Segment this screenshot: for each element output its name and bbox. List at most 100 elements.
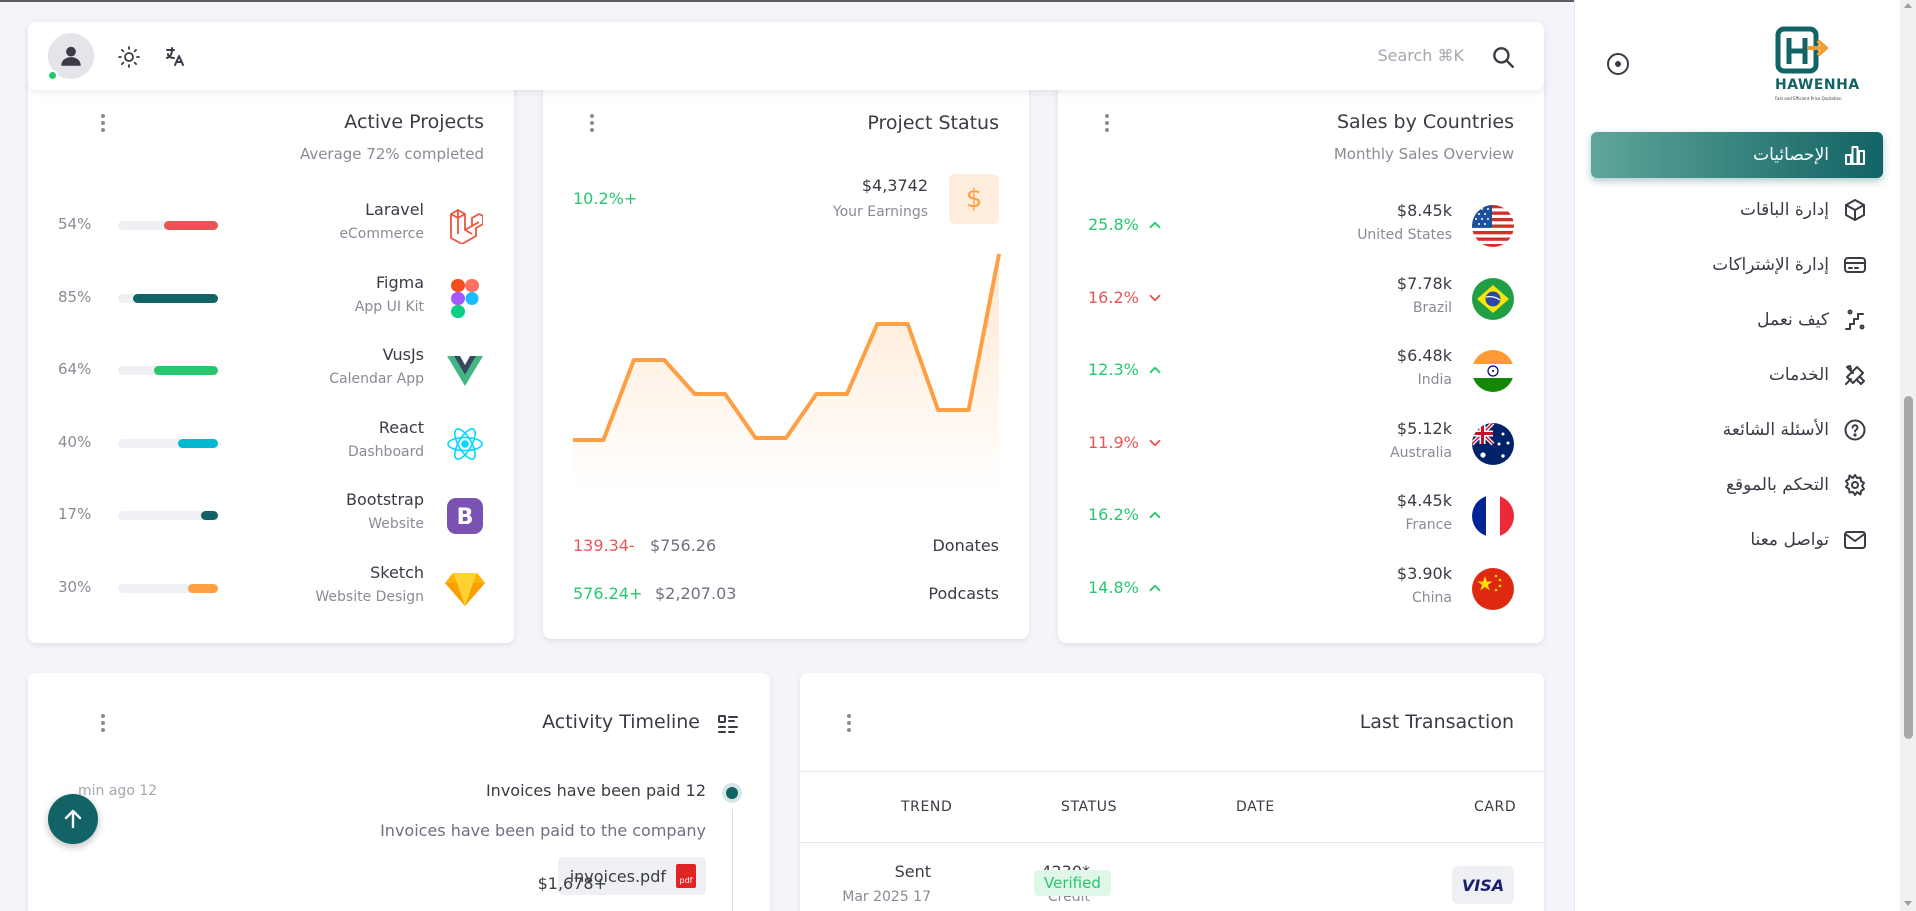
react-logo bbox=[444, 423, 486, 465]
timeline-line bbox=[732, 809, 733, 911]
brazil-flag bbox=[1472, 277, 1514, 320]
date-label: Sent bbox=[894, 862, 931, 881]
scrollbar-thumb[interactable] bbox=[1904, 396, 1913, 739]
page-scrollbar[interactable] bbox=[1900, 0, 1916, 911]
steps-icon bbox=[1843, 308, 1867, 332]
project-progress-bar bbox=[118, 511, 218, 520]
project-percent: 40% bbox=[58, 432, 92, 451]
country-change: 16.2% bbox=[1088, 505, 1139, 524]
project-row: 30% Sketch Website Design bbox=[28, 558, 514, 618]
country-name: United States bbox=[1357, 227, 1452, 243]
timeline-menu-button[interactable] bbox=[96, 711, 110, 735]
sidebar-item-bar-chart[interactable]: الإحصائيات bbox=[1591, 132, 1883, 178]
scroll-to-top-button[interactable] bbox=[48, 794, 98, 844]
chevron-up-icon bbox=[1149, 511, 1161, 519]
sidebar-item-label: إدارة الباقات bbox=[1739, 200, 1829, 220]
activity-timeline-card: Activity Timeline Invoices have been pai… bbox=[28, 673, 770, 911]
sales-menu-button[interactable] bbox=[1100, 111, 1114, 135]
country-name: Australia bbox=[1390, 444, 1452, 461]
svg-text:B: B bbox=[457, 505, 474, 530]
project-subtitle: Website Design bbox=[315, 588, 424, 605]
chevron-up-icon bbox=[1149, 221, 1161, 229]
sales-subtitle: Monthly Sales Overview bbox=[1333, 145, 1514, 163]
transaction-menu-button[interactable] bbox=[842, 711, 856, 735]
country-name: France bbox=[1405, 517, 1452, 533]
project-subtitle: eCommerce bbox=[339, 226, 424, 242]
project-status-card: Project Status 10.2%+ $4,3742 Your Earni… bbox=[543, 75, 1029, 639]
search-icon[interactable] bbox=[1490, 44, 1516, 70]
status-row-amount: $2,207.03 bbox=[655, 584, 737, 603]
sun-icon[interactable] bbox=[116, 44, 142, 70]
top-navbar: Search ⌘K bbox=[28, 22, 1544, 90]
country-sales-value: $6.48k bbox=[1396, 346, 1452, 365]
earnings-change: 10.2%+ bbox=[573, 189, 638, 208]
sidebar-item-package[interactable]: إدارة الباقات bbox=[1591, 187, 1883, 233]
tools-icon bbox=[1843, 363, 1867, 387]
package-icon bbox=[1843, 198, 1867, 222]
search-input[interactable]: Search ⌘K bbox=[1377, 46, 1464, 65]
country-sales-value: $7.78k bbox=[1396, 273, 1452, 293]
timeline-event-desc: Invoices have been paid to the company bbox=[380, 821, 706, 840]
pdf-file-icon: pdf bbox=[676, 864, 696, 888]
timeline-title: Activity Timeline bbox=[542, 711, 700, 733]
project-progress-bar bbox=[118, 293, 218, 303]
sidebar-item-settings[interactable]: التحكم بالموقع bbox=[1591, 462, 1883, 508]
scroll-up-arrow[interactable] bbox=[1904, 3, 1912, 8]
status-row-amount: $756.26 bbox=[650, 536, 717, 555]
project-percent: 17% bbox=[58, 505, 92, 523]
active-projects-menu-button[interactable] bbox=[96, 111, 110, 135]
date-value: Mar 2025 17 bbox=[842, 889, 931, 905]
project-progress-fill bbox=[164, 221, 218, 230]
column-header-status: STATUS bbox=[1061, 799, 1118, 815]
project-progress-fill bbox=[154, 366, 218, 375]
sidebar-item-tools[interactable]: الخدمات bbox=[1591, 352, 1883, 398]
sidebar-item-label: التحكم بالموقع bbox=[1726, 475, 1829, 495]
scroll-down-arrow[interactable] bbox=[1904, 901, 1912, 906]
project-subtitle: Dashboard bbox=[348, 443, 424, 460]
timeline-event-title: Invoices have been paid 12 bbox=[485, 781, 706, 800]
chart-area-fill bbox=[573, 254, 999, 490]
project-percent: 30% bbox=[58, 577, 92, 596]
sales-title: Sales by Countries bbox=[1336, 111, 1514, 133]
project-subtitle: App UI Kit bbox=[354, 298, 424, 315]
project-name: Laravel bbox=[365, 200, 424, 219]
sidebar-item-help-circle[interactable]: الأسئلة الشائعة bbox=[1591, 407, 1883, 453]
status-row-label: Donates bbox=[932, 536, 999, 555]
project-progress-fill bbox=[133, 293, 218, 303]
status-row-label: Podcasts bbox=[928, 584, 999, 603]
sidebar-toggle-icon[interactable] bbox=[1607, 53, 1629, 75]
project-progress-fill bbox=[201, 511, 218, 520]
project-name: Bootstrap bbox=[346, 490, 424, 509]
earnings-line-chart bbox=[573, 253, 1001, 490]
status-badge: Verified bbox=[1034, 870, 1111, 896]
project-row: 40% React Dashboard bbox=[28, 413, 514, 473]
india-flag bbox=[1472, 350, 1514, 392]
column-header-trend: TREND bbox=[901, 799, 953, 815]
dollar-icon: $ bbox=[949, 174, 999, 224]
earnings-label: Your Earnings bbox=[832, 204, 928, 220]
country-change: 16.2% bbox=[1088, 287, 1139, 307]
brand-logo[interactable]: HAWENHA Fast and Efficient Price Quotati… bbox=[1775, 26, 1885, 104]
project-subtitle: Calendar App bbox=[329, 371, 424, 387]
translate-icon[interactable] bbox=[162, 44, 188, 70]
figma-logo bbox=[444, 278, 486, 320]
sidebar-item-credit-card[interactable]: إدارة الإشتراكات bbox=[1591, 242, 1883, 288]
country-row: 16.2% $7.78k Brazil bbox=[1058, 268, 1544, 328]
project-name: Sketch bbox=[370, 562, 424, 582]
timeline-dot bbox=[722, 783, 742, 803]
project-status-menu-button[interactable] bbox=[585, 111, 599, 135]
arrow-up-icon bbox=[64, 809, 82, 829]
sidebar-item-steps[interactable]: كيف نعمل bbox=[1591, 297, 1883, 343]
logo-tagline: Fast and Efficient Price Quotation bbox=[1775, 96, 1842, 101]
logo-mark-icon bbox=[1775, 26, 1828, 74]
country-name: China bbox=[1412, 589, 1452, 606]
sidebar-item-label: الإحصائيات bbox=[1753, 145, 1829, 165]
sidebar-item-mail[interactable]: تواصل معنا bbox=[1591, 517, 1883, 563]
table-header-divider bbox=[800, 771, 1544, 772]
chevron-down-icon bbox=[1149, 294, 1161, 301]
chevron-up-icon bbox=[1149, 584, 1161, 591]
country-sales-value: $8.45k bbox=[1396, 201, 1452, 220]
project-subtitle: Website bbox=[368, 516, 424, 532]
country-name: Brazil bbox=[1412, 299, 1452, 316]
column-header-card: CARD bbox=[1474, 799, 1517, 815]
